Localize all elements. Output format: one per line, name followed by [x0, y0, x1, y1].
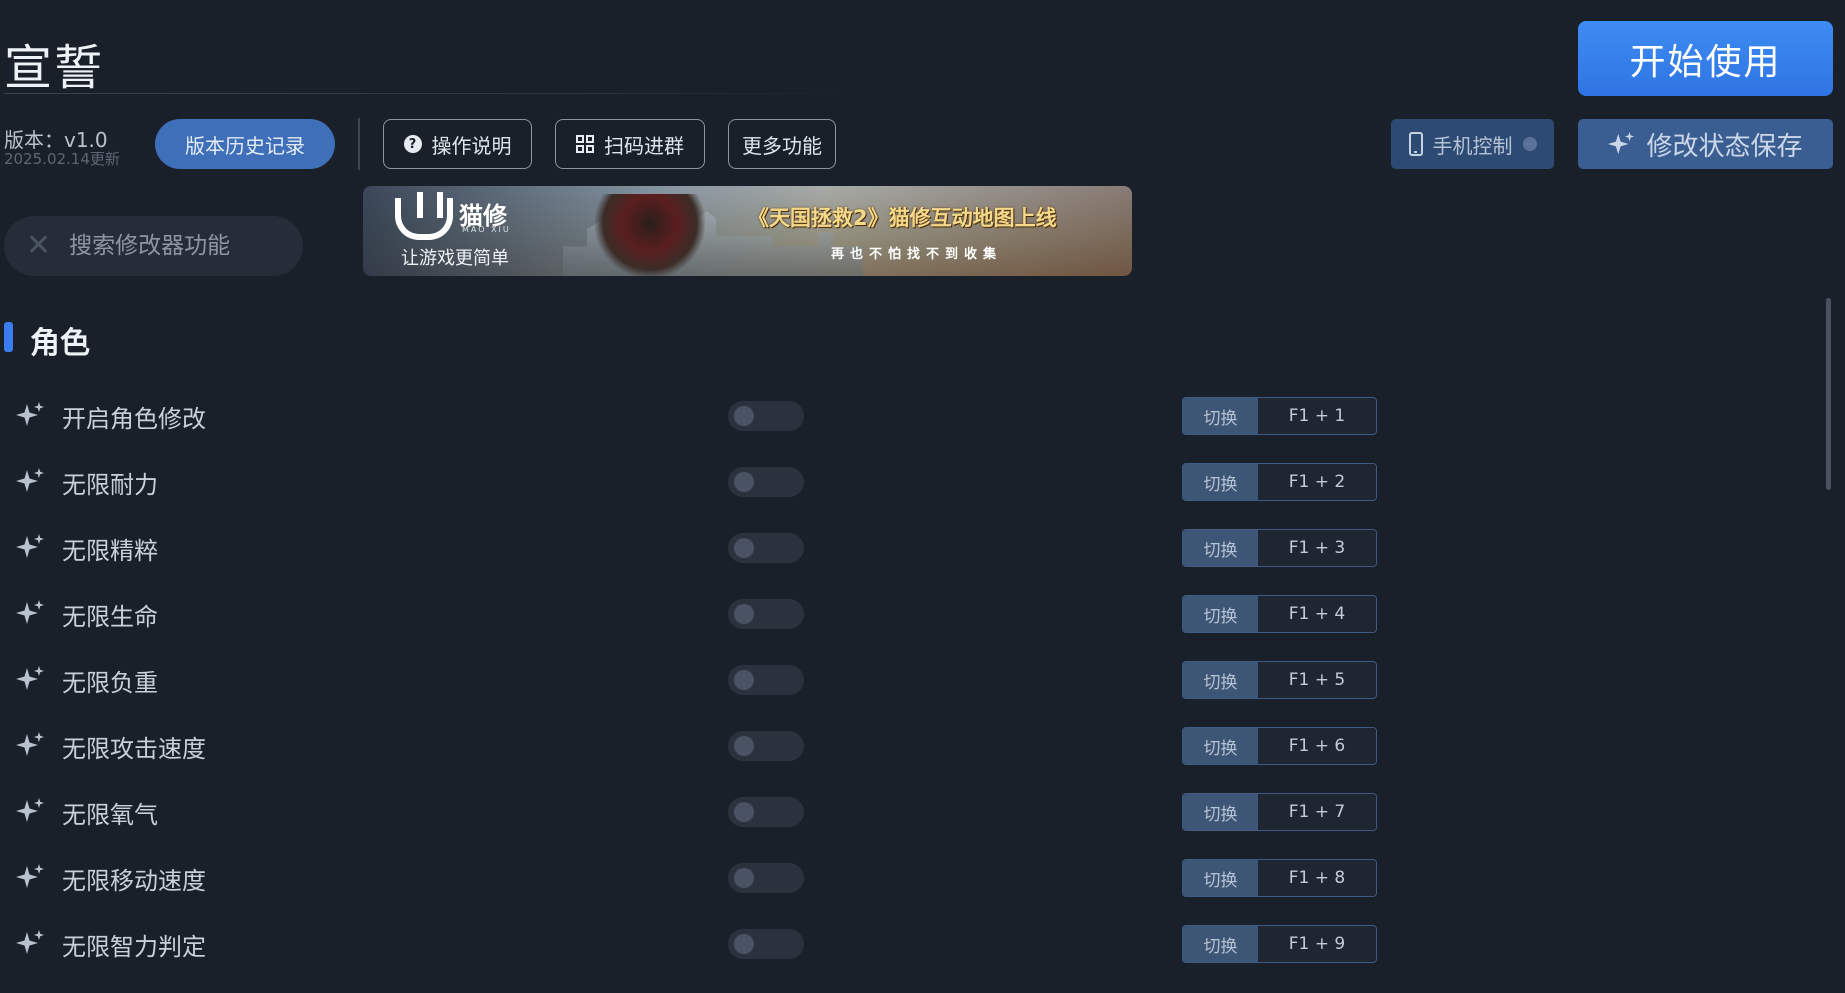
hotkey-group: 切换 F1 + 3 — [1182, 529, 1377, 567]
hotkey-keys[interactable]: F1 + 6 — [1258, 728, 1376, 764]
sparkle-icon — [16, 600, 44, 624]
feature-row: 无限氧气 切换 F1 + 7 — [0, 785, 1400, 835]
banner-subline: 再也不怕找不到收集 — [831, 247, 1003, 262]
hotkey-toggle-button[interactable]: 切换 — [1183, 860, 1258, 896]
hotkey-toggle-button[interactable]: 切换 — [1183, 530, 1258, 566]
hotkey-keys[interactable]: F1 + 1 — [1258, 398, 1376, 434]
feature-toggle[interactable] — [728, 533, 804, 563]
hotkey-keys[interactable]: F1 + 3 — [1258, 530, 1376, 566]
hotkey-group: 切换 F1 + 4 — [1182, 595, 1377, 633]
save-state-label: 修改状态保存 — [1646, 131, 1803, 162]
scan-join-label: 扫码进群 — [604, 133, 684, 158]
feature-row: 无限移动速度 切换 F1 + 8 — [0, 851, 1400, 901]
game-title: 宣誓 — [4, 40, 105, 96]
hotkey-toggle-button[interactable]: 切换 — [1183, 794, 1258, 830]
feature-row: 无限负重 切换 F1 + 5 — [0, 653, 1400, 703]
feature-toggle[interactable] — [728, 929, 804, 959]
hotkey-group: 切换 F1 + 2 — [1182, 463, 1377, 501]
info-icon — [1522, 137, 1537, 151]
feature-toggle[interactable] — [728, 797, 804, 827]
sparkle-icon — [16, 798, 44, 822]
hotkey-group: 切换 F1 + 9 — [1182, 925, 1377, 963]
help-icon: ? — [403, 135, 422, 153]
hotkey-group: 切换 F1 + 6 — [1182, 727, 1377, 765]
save-state-button[interactable]: 修改状态保存 — [1578, 119, 1833, 169]
phone-control-label: 手机控制 — [1432, 133, 1513, 158]
sparkle-icon — [16, 666, 44, 690]
banner-knight-art — [595, 194, 705, 276]
hotkey-toggle-button[interactable]: 切换 — [1183, 728, 1258, 764]
feature-toggle[interactable] — [728, 467, 804, 497]
sparkle-icon — [16, 864, 44, 888]
sparkle-icon — [16, 468, 44, 492]
sparkle-icon — [16, 534, 44, 558]
hotkey-toggle-button[interactable]: 切换 — [1183, 596, 1258, 632]
sparkle-icon — [16, 732, 44, 756]
feature-toggle[interactable] — [728, 401, 804, 431]
hotkey-group: 切换 F1 + 5 — [1182, 661, 1377, 699]
version-history-button[interactable]: 版本历史记录 — [155, 119, 335, 169]
guide-button-label: 操作说明 — [431, 133, 512, 158]
feature-label: 无限智力判定 — [62, 933, 206, 961]
section-accent-bar — [4, 322, 13, 352]
feature-row: 无限精粹 切换 F1 + 3 — [0, 521, 1400, 571]
section-title: 角色 — [30, 326, 90, 361]
hotkey-group: 切换 F1 + 1 — [1182, 397, 1377, 435]
hotkey-toggle-button[interactable]: 切换 — [1183, 464, 1258, 500]
feature-toggle[interactable] — [728, 731, 804, 761]
banner-brand-sub: MAO XIU — [462, 225, 511, 234]
promo-banner[interactable]: 猫修 MAO XIU 让游戏更简单 《天国拯救2》猫修互动地图上线 再也不怕找不… — [363, 186, 1132, 276]
feature-label: 无限精粹 — [62, 537, 158, 565]
toolbar-divider — [358, 118, 360, 170]
feature-row: 无限智力判定 切换 F1 + 9 — [0, 917, 1400, 967]
hotkey-keys[interactable]: F1 + 7 — [1258, 794, 1376, 830]
feature-label: 无限攻击速度 — [62, 735, 206, 763]
scrollbar-thumb[interactable] — [1826, 298, 1831, 490]
phone-icon — [1408, 132, 1423, 156]
feature-label: 无限耐力 — [62, 471, 158, 499]
version-date: 2025.02.14更新 — [4, 150, 120, 168]
search-input[interactable] — [69, 233, 270, 259]
feature-row: 开启角色修改 切换 F1 + 1 — [0, 389, 1400, 439]
title-divider — [4, 93, 854, 94]
phone-control-button[interactable]: 手机控制 — [1391, 119, 1554, 169]
feature-row: 无限耐力 切换 F1 + 2 — [0, 455, 1400, 505]
feature-label: 无限移动速度 — [62, 867, 206, 895]
start-button[interactable]: 开始使用 — [1578, 21, 1833, 96]
more-features-button[interactable]: 更多功能 — [728, 119, 836, 169]
hotkey-keys[interactable]: F1 + 2 — [1258, 464, 1376, 500]
feature-toggle[interactable] — [728, 863, 804, 893]
feature-label: 无限生命 — [62, 603, 158, 631]
banner-headline: 《天国拯救2》猫修互动地图上线 — [748, 206, 1057, 230]
hotkey-toggle-button[interactable]: 切换 — [1183, 662, 1258, 698]
hotkey-keys[interactable]: F1 + 5 — [1258, 662, 1376, 698]
hotkey-keys[interactable]: F1 + 9 — [1258, 926, 1376, 962]
hotkey-keys[interactable]: F1 + 8 — [1258, 860, 1376, 896]
hotkey-group: 切换 F1 + 8 — [1182, 859, 1377, 897]
hotkey-toggle-button[interactable]: 切换 — [1183, 926, 1258, 962]
feature-toggle[interactable] — [728, 599, 804, 629]
hotkey-toggle-button[interactable]: 切换 — [1183, 398, 1258, 434]
scan-join-button[interactable]: 扫码进群 — [555, 119, 705, 169]
feature-label: 开启角色修改 — [62, 405, 206, 433]
tools-icon: ✕ — [26, 228, 52, 263]
sparkle-icon — [16, 930, 44, 954]
feature-toggle[interactable] — [728, 665, 804, 695]
sparkle-icon — [16, 402, 44, 426]
qr-code-icon — [576, 135, 594, 153]
sparkle-icon — [1608, 131, 1635, 155]
feature-label: 无限负重 — [62, 669, 158, 697]
feature-label: 无限氧气 — [62, 801, 158, 829]
hotkey-keys[interactable]: F1 + 4 — [1258, 596, 1376, 632]
guide-button[interactable]: ? 操作说明 — [383, 119, 532, 169]
feature-row: 无限生命 切换 F1 + 4 — [0, 587, 1400, 637]
search-box[interactable]: ✕ — [4, 216, 303, 276]
feature-row: 无限攻击速度 切换 F1 + 6 — [0, 719, 1400, 769]
hotkey-group: 切换 F1 + 7 — [1182, 793, 1377, 831]
banner-slogan: 让游戏更简单 — [401, 248, 509, 269]
maoxiu-logo-icon — [395, 192, 453, 240]
